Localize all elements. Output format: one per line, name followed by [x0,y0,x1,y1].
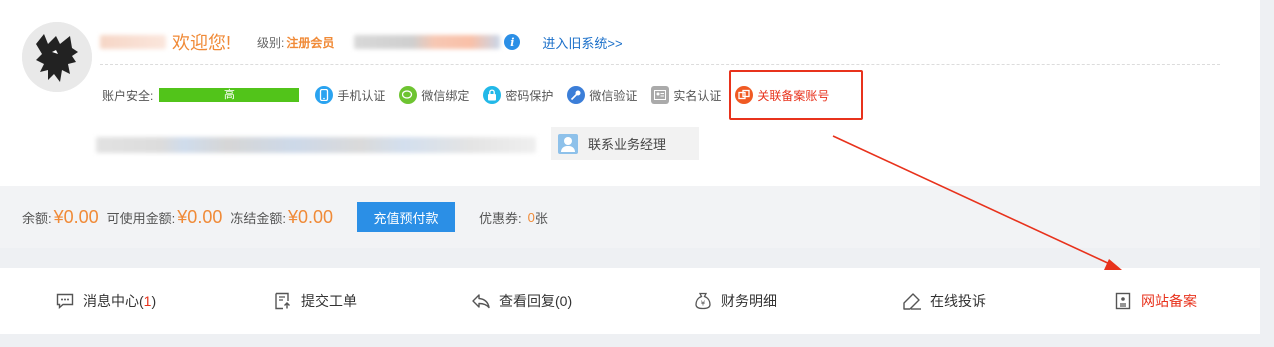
auth-phone-label: 手机认证 [337,88,386,103]
welcome-row: 欢迎您! 级别: 注册会员 i 进入旧系统>> [100,30,623,54]
auth-realname[interactable]: 实名认证 [651,86,721,104]
auth-wechat-verify-label: 微信验证 [589,88,638,103]
profile-card: 欢迎您! 级别: 注册会员 i 进入旧系统>> 账户安全: 高 手机认证 微信绑… [0,0,1260,186]
reply-count: (0) [555,293,573,309]
auth-wechat-verify[interactable]: 微信验证 [567,86,637,104]
user-icon [558,133,578,154]
security-label: 账户安全: [102,88,154,103]
frozen-label: 冻结金额: [230,210,286,226]
available-label: 可使用金额: [106,210,176,226]
contact-info-row [96,130,536,160]
nav-submit-ticket[interactable]: 提交工单 [273,268,357,334]
nav-online-complaint[interactable]: 在线投诉 [902,268,986,334]
key-icon [567,86,586,104]
id-card-icon [651,86,670,104]
nav-message-label: 消息中心( [83,293,144,309]
svg-text:¥: ¥ [701,300,706,308]
contact-manager-label: 联系业务经理 [588,137,667,152]
nav-finance-label: 财务明细 [721,293,777,309]
nav-website-filing[interactable]: 网站备案 [1113,268,1197,334]
auth-realname-label: 实名认证 [673,88,722,103]
welcome-text: 欢迎您! [172,33,232,53]
balance-label: 余额: [22,210,52,226]
info-icon[interactable]: i [504,34,521,50]
nav-view-replies-label: 查看回复 [499,293,555,309]
auth-phone[interactable]: 手机认证 [315,86,385,104]
nav-submit-ticket-label: 提交工单 [301,293,357,309]
nav-view-replies[interactable]: 查看回复 (0) [471,268,572,334]
lock-icon [483,86,502,104]
coupon-label: 优惠券: [479,210,522,226]
auth-password-label: 密码保护 [505,88,554,103]
message-icon [55,291,75,311]
avatar[interactable] [22,22,92,92]
filing-icon [1113,291,1133,311]
contact-info-blurred [96,137,536,153]
auth-password[interactable]: 密码保护 [483,86,553,104]
available-value: ¥0.00 [177,206,223,227]
complaint-icon [902,291,922,311]
user-center-page: 欢迎您! 级别: 注册会员 i 进入旧系统>> 账户安全: 高 手机认证 微信绑… [0,0,1274,347]
balance-bar: 余额: ¥0.00 可使用金额: ¥0.00 冻结金额: ¥0.00 充值预付款… [0,186,1260,248]
phone-icon [315,86,334,104]
message-count-close: ) [151,293,157,309]
coupon-count: 0 [527,209,535,225]
contact-manager-button[interactable]: 联系业务经理 [551,127,699,160]
nav-finance-detail[interactable]: ¥ 财务明细 [693,268,777,334]
coupon-unit: 张 [534,210,548,226]
username-blurred [100,35,166,49]
frozen-value: ¥0.00 [287,206,334,227]
wechat-icon [399,86,418,104]
recharge-button[interactable]: 充值预付款 [357,202,456,232]
security-row: 账户安全: 高 手机认证 微信绑定 密码保护 微信验证 实名认证 关联备案账号 [102,84,829,106]
auth-wechat[interactable]: 微信绑定 [399,86,469,104]
old-system-link[interactable]: 进入旧系统>> [542,33,622,52]
reply-icon [471,291,491,311]
account-info-blurred [354,35,501,49]
nav-message-center[interactable]: 消息中心(1) [55,268,156,334]
security-level-bar: 高 [159,88,300,102]
nav-filing-label: 网站备案 [1141,293,1197,309]
nav-complaint-label: 在线投诉 [930,293,986,309]
wolf-avatar-icon [22,22,92,92]
member-level: 注册会员 [286,35,335,50]
auth-wechat-label: 微信绑定 [421,88,470,103]
balance-value: ¥0.00 [53,206,99,227]
ticket-icon [273,291,293,311]
highlight-box [729,70,863,120]
level-label: 级别: [257,35,285,50]
finance-icon: ¥ [693,291,713,311]
message-count: 1 [143,293,152,309]
quick-nav: 消息中心(1) 提交工单 查看回复 (0) ¥ 财务明细 在线投诉 网站备案 [0,268,1260,334]
divider [100,64,1220,65]
